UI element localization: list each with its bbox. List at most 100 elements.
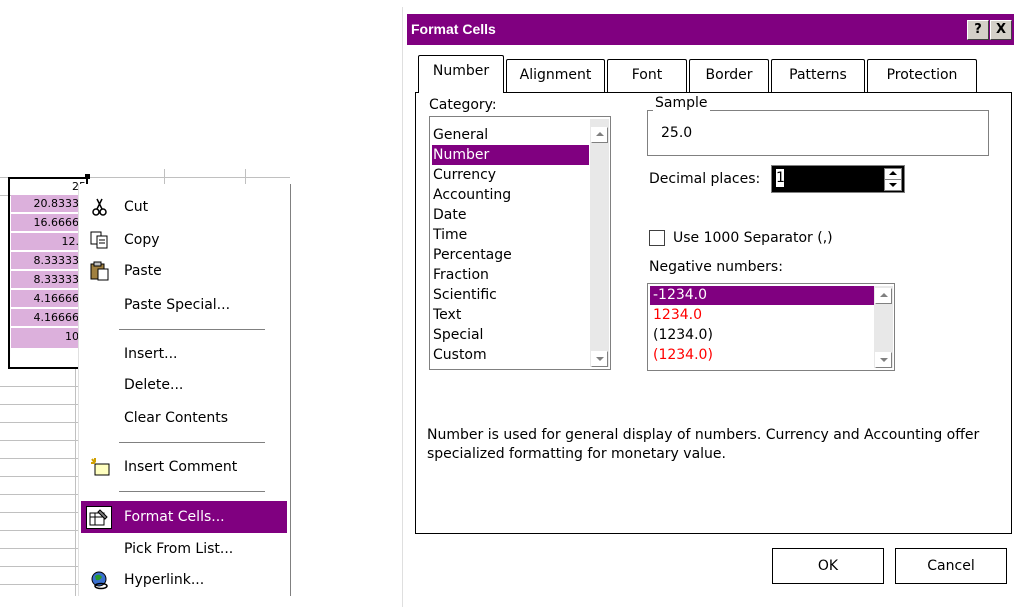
comment-icon: [89, 457, 111, 477]
menu-item-label: Insert Comment: [124, 459, 238, 475]
category-item[interactable]: Custom: [432, 345, 589, 365]
negative-option[interactable]: -1234.0: [650, 286, 875, 305]
decimal-places-spinner[interactable]: 1: [771, 165, 905, 193]
format-cells-icon: [86, 506, 112, 529]
menu-item-label: Hyperlink...: [124, 572, 205, 588]
grid-line: [0, 566, 80, 567]
ok-button[interactable]: OK: [772, 548, 884, 584]
negative-option[interactable]: (1234.0): [650, 346, 875, 365]
category-item[interactable]: Fraction: [432, 265, 589, 285]
tab-border[interactable]: Border: [689, 59, 769, 92]
category-item[interactable]: Number: [432, 145, 589, 165]
dialog-title-bar[interactable]: Format Cells ? X: [407, 14, 1014, 45]
menu-item-delete[interactable]: Delete...: [81, 370, 287, 400]
tab-label: Number: [432, 63, 490, 79]
grid-line: [0, 548, 80, 549]
menu-separator: [119, 329, 265, 331]
scroll-up-button[interactable]: [591, 127, 608, 143]
negative-numbers-listbox[interactable]: -1234.0 1234.0 (1234.0) (1234.0): [647, 283, 895, 371]
help-button[interactable]: ?: [967, 20, 989, 40]
menu-item-pick-from-list[interactable]: Pick From List...: [81, 534, 287, 564]
menu-item-copy[interactable]: Copy: [81, 225, 287, 255]
close-button[interactable]: X: [990, 20, 1012, 40]
menu-item-paste-special[interactable]: Paste Special...: [81, 290, 287, 320]
format-cells-dialog: Format Cells ? X Number Alignment Font B…: [402, 7, 1014, 607]
tab-number[interactable]: Number: [418, 55, 504, 93]
menu-item-paste[interactable]: Paste: [81, 256, 287, 286]
use-1000-separator-label[interactable]: Use 1000 Separator (,): [673, 230, 833, 246]
negative-numbers-label: Negative numbers:: [649, 259, 783, 275]
tab-label: Protection: [886, 67, 958, 83]
down-arrow-icon: [880, 358, 888, 362]
category-item[interactable]: Percentage: [432, 245, 589, 265]
category-item[interactable]: Special: [432, 325, 589, 345]
category-description: Number is used for general display of nu…: [427, 427, 980, 462]
menu-item-hyperlink[interactable]: Hyperlink...: [81, 565, 287, 595]
category-item[interactable]: Currency: [432, 165, 589, 185]
down-arrow-icon: [596, 357, 604, 361]
menu-item-label: Delete...: [124, 377, 184, 393]
scroll-down-button[interactable]: [591, 351, 608, 367]
spinner-down-button[interactable]: [884, 179, 902, 191]
decimal-places-input[interactable]: 1: [776, 169, 785, 187]
category-item[interactable]: Accounting: [432, 185, 589, 205]
menu-item-label: Insert...: [124, 346, 178, 362]
tab-alignment[interactable]: Alignment: [506, 59, 605, 92]
sample-value: 25.0: [661, 125, 693, 141]
menu-item-label: Clear Contents: [124, 410, 229, 426]
negative-scrollbar[interactable]: [874, 286, 893, 368]
category-item[interactable]: Time: [432, 225, 589, 245]
tab-patterns[interactable]: Patterns: [771, 59, 865, 92]
grid-line: [0, 440, 80, 441]
up-arrow-icon: [889, 171, 897, 175]
menu-item-label: Cut: [124, 199, 149, 215]
category-scrollbar[interactable]: [590, 119, 609, 367]
category-item[interactable]: Date: [432, 205, 589, 225]
sample-label: Sample: [653, 95, 710, 111]
tab-font[interactable]: Font: [607, 59, 687, 92]
use-1000-separator-checkbox[interactable]: [649, 230, 665, 246]
scissors-icon: [89, 197, 111, 217]
menu-item-cut[interactable]: Cut: [81, 192, 287, 222]
menu-item-label: Paste Special...: [124, 297, 231, 313]
menu-separator: [119, 442, 265, 444]
up-arrow-icon: [596, 132, 604, 136]
grid-line: [0, 530, 80, 531]
menu-item-label: Pick From List...: [124, 541, 234, 557]
context-menu: Cut Copy Paste Paste Special... Insert..…: [78, 184, 291, 596]
grid-line: [0, 458, 80, 459]
negative-option[interactable]: (1234.0): [650, 326, 875, 345]
tab-label: Patterns: [789, 67, 847, 83]
grid-line: [0, 386, 80, 387]
menu-item-clear-contents[interactable]: Clear Contents: [81, 403, 287, 433]
menu-item-insert[interactable]: Insert...: [81, 339, 287, 369]
scroll-up-button[interactable]: [875, 288, 892, 304]
category-listbox[interactable]: General Number Currency Accounting Date …: [429, 116, 611, 370]
tab-protection[interactable]: Protection: [867, 59, 977, 92]
selection-border: [8, 177, 88, 369]
scroll-down-button[interactable]: [875, 352, 892, 368]
fill-handle[interactable]: [85, 174, 90, 179]
sample-group: [647, 110, 989, 156]
paste-icon: [89, 261, 111, 281]
category-item[interactable]: Text: [432, 305, 589, 325]
copy-icon: [89, 230, 111, 250]
grid-line: [0, 422, 80, 423]
decimal-places-label: Decimal places:: [649, 171, 761, 187]
grid-line: [0, 512, 80, 513]
category-item[interactable]: General: [432, 125, 589, 145]
menu-item-insert-comment[interactable]: Insert Comment: [81, 452, 287, 482]
menu-item-label: Copy: [124, 232, 160, 248]
up-arrow-icon: [880, 293, 888, 297]
menu-separator: [119, 491, 265, 493]
menu-item-format-cells[interactable]: Format Cells...: [81, 501, 287, 533]
grid-line: [0, 584, 80, 585]
grid-line: [0, 404, 80, 405]
tab-label: Alignment: [519, 67, 592, 83]
negative-option[interactable]: 1234.0: [650, 306, 875, 325]
down-arrow-icon: [889, 183, 897, 187]
category-item[interactable]: Scientific: [432, 285, 589, 305]
cancel-button[interactable]: Cancel: [895, 548, 1007, 584]
menu-item-label: Paste: [124, 263, 162, 279]
globe-link-icon: [89, 570, 111, 590]
